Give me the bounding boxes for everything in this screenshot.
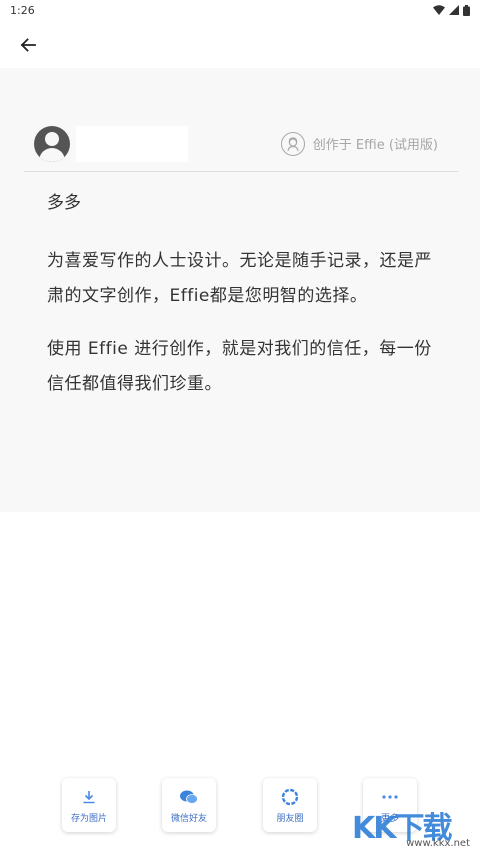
status-time: 1:26	[10, 3, 35, 17]
back-button[interactable]	[14, 31, 42, 59]
arrow-left-icon	[20, 38, 36, 52]
share-label: 微信好友	[170, 813, 207, 824]
card-body: 多多 为喜爱写作的人士设计。无论是随手记录，还是严肃的文字创作，Effie都是您…	[47, 190, 432, 420]
download-icon	[82, 787, 96, 807]
battery-icon	[463, 4, 470, 16]
wechat-friend-button[interactable]: 微信好友	[162, 778, 216, 832]
author-name-box	[76, 125, 188, 162]
save-image-button[interactable]: 存为图片	[62, 778, 116, 832]
status-bar: 1:26	[0, 0, 480, 20]
avatar[interactable]	[34, 125, 70, 162]
watermark: KK下载 www.kkx.net	[352, 803, 470, 849]
preview-card: 创作于 Effie (试用版) 多多 为喜爱写作的人士设计。无论是随手记录，还是…	[0, 68, 480, 512]
created-by: 创作于 Effie (试用版)	[280, 131, 438, 156]
wechat-icon	[179, 787, 199, 807]
wifi-icon	[433, 5, 445, 15]
share-label: 存为图片	[70, 813, 107, 824]
document-title: 多多	[47, 193, 81, 213]
share-label: 朋友圈	[276, 813, 304, 824]
paragraph: 为喜爱写作的人士设计。无论是随手记录，还是严肃的文字创作，Effie都是您明智的…	[47, 251, 432, 306]
moments-icon	[281, 787, 299, 807]
effie-logo-icon	[280, 131, 305, 156]
app-bar	[0, 22, 480, 68]
watermark-url: www.kkx.net	[406, 838, 470, 849]
signal-icon	[449, 5, 459, 15]
card-header: 创作于 Effie (试用版)	[24, 116, 458, 172]
moments-button[interactable]: 朋友圈	[263, 778, 317, 832]
status-icons	[433, 4, 470, 16]
created-by-label: 创作于 Effie (试用版)	[312, 138, 438, 153]
paragraph: 使用 Effie 进行创作，就是对我们的信任，每一份信任都值得我们珍重。	[47, 339, 432, 394]
